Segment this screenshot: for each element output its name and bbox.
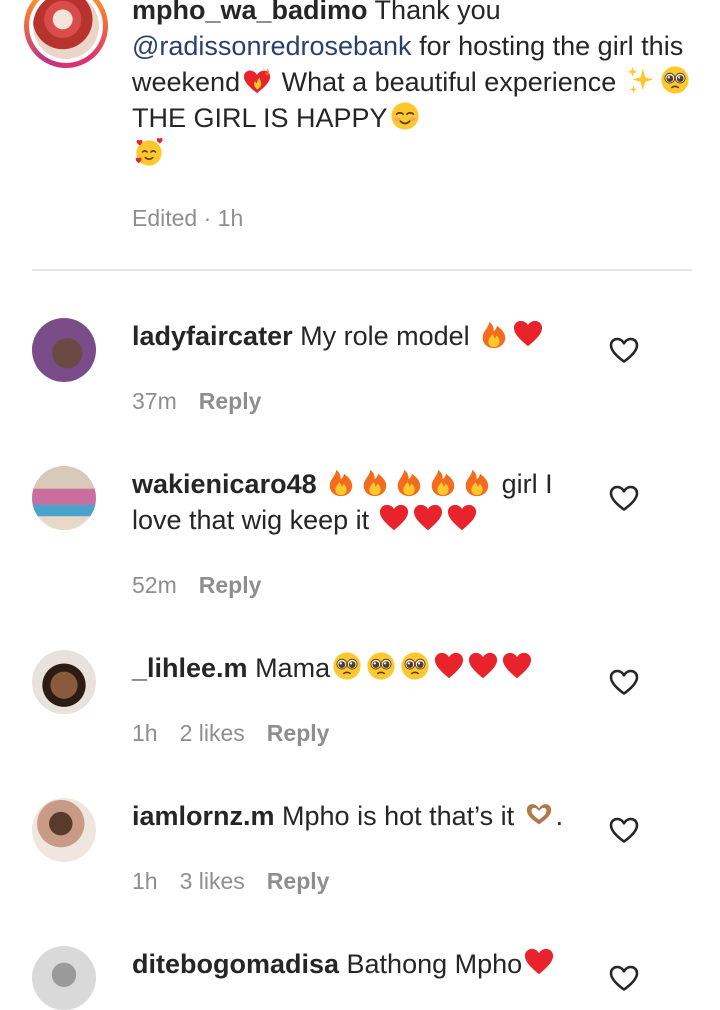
comment-content: .: [555, 801, 564, 831]
comment-meta: 1h 2 likes Reply: [132, 720, 351, 747]
smiling-blush-emoji: [390, 101, 420, 131]
like-heart-icon[interactable]: [608, 482, 640, 514]
comment-meta: 37m Reply: [132, 388, 283, 415]
fire-emoji: [394, 467, 424, 497]
like-heart-icon[interactable]: [608, 334, 640, 366]
comment-content: Bathong Mpho: [339, 949, 523, 979]
comment-content: Mama: [247, 653, 331, 683]
heart-on-fire-emoji: [242, 65, 272, 95]
reply-button[interactable]: Reply: [267, 720, 330, 746]
fire-emoji: [428, 467, 458, 497]
author-avatar-story-ring[interactable]: [24, 0, 108, 68]
comment-time: 1h: [132, 720, 158, 746]
comment-text: iamlornz.m Mpho is hot that’s it .: [132, 798, 572, 834]
caption-segment: THE GIRL IS HAPPY: [132, 103, 388, 133]
reply-button[interactable]: Reply: [199, 572, 262, 598]
caption-segment: What a beautiful experience: [274, 67, 624, 97]
divider: [32, 269, 692, 271]
caption-text: mpho_wa_badimo Thank you @radissonredros…: [132, 0, 692, 172]
fire-emoji: [326, 467, 356, 497]
fire-emoji: [479, 319, 509, 349]
comment-username[interactable]: ladyfaircater: [132, 321, 293, 351]
pleading-face-emoji: [366, 651, 396, 681]
commenter-avatar[interactable]: [32, 466, 96, 530]
comment-meta: 1h 3 likes Reply: [132, 868, 351, 895]
comment-text: _lihlee.m Mama: [132, 650, 572, 686]
red-heart-emoji: [502, 651, 532, 681]
red-heart-emoji: [413, 503, 443, 533]
red-heart-emoji: [379, 503, 409, 533]
like-heart-icon[interactable]: [608, 962, 640, 994]
comment-content: Mpho is hot that’s it: [274, 801, 522, 831]
caption-edited-label: Edited · 1h: [132, 205, 244, 231]
comment-text: ladyfaircater My role model: [132, 318, 572, 354]
pleading-face-emoji: [400, 651, 430, 681]
red-heart-emoji: [524, 947, 554, 977]
commenter-avatar[interactable]: [32, 318, 96, 382]
comment-content: [317, 469, 325, 499]
comment-time: 1h: [132, 868, 158, 894]
comment-time: 37m: [132, 388, 177, 414]
reply-button[interactable]: Reply: [199, 388, 262, 414]
caption-username[interactable]: mpho_wa_badimo: [132, 0, 368, 25]
comment-text: wakienicaro48 girl I love that wig keep …: [132, 466, 572, 538]
smiling-hearts-emoji: [134, 137, 164, 167]
pleading-face-emoji: [660, 65, 690, 95]
comment-text: ditebogomadisa Bathong Mpho: [132, 946, 572, 982]
comment-username[interactable]: _lihlee.m: [132, 653, 248, 683]
pleading-face-emoji: [332, 651, 362, 681]
sparkles-emoji: [626, 65, 656, 95]
red-heart-emoji: [513, 319, 543, 349]
comment-username[interactable]: wakienicaro48: [132, 469, 317, 499]
commenter-avatar[interactable]: [32, 946, 96, 1010]
heart-hands-emoji: [524, 799, 554, 829]
fire-emoji: [360, 467, 390, 497]
comment-likes[interactable]: 2 likes: [180, 720, 245, 746]
fire-emoji: [462, 467, 492, 497]
commenter-avatar[interactable]: [32, 650, 96, 714]
reply-button[interactable]: Reply: [267, 868, 330, 894]
comment-time: 52m: [132, 572, 177, 598]
comment-content: My role model: [292, 321, 478, 351]
comment-meta: 52m Reply: [132, 572, 283, 599]
caption-mention-link[interactable]: @radissonredrosebank: [132, 31, 412, 61]
like-heart-icon[interactable]: [608, 814, 640, 846]
caption-segment: Thank you: [367, 0, 501, 25]
like-heart-icon[interactable]: [608, 666, 640, 698]
comment-likes[interactable]: 3 likes: [180, 868, 245, 894]
red-heart-emoji: [434, 651, 464, 681]
commenter-avatar[interactable]: [32, 798, 96, 862]
comment-username[interactable]: iamlornz.m: [132, 801, 275, 831]
comment-username[interactable]: ditebogomadisa: [132, 949, 339, 979]
red-heart-emoji: [447, 503, 477, 533]
red-heart-emoji: [468, 651, 498, 681]
